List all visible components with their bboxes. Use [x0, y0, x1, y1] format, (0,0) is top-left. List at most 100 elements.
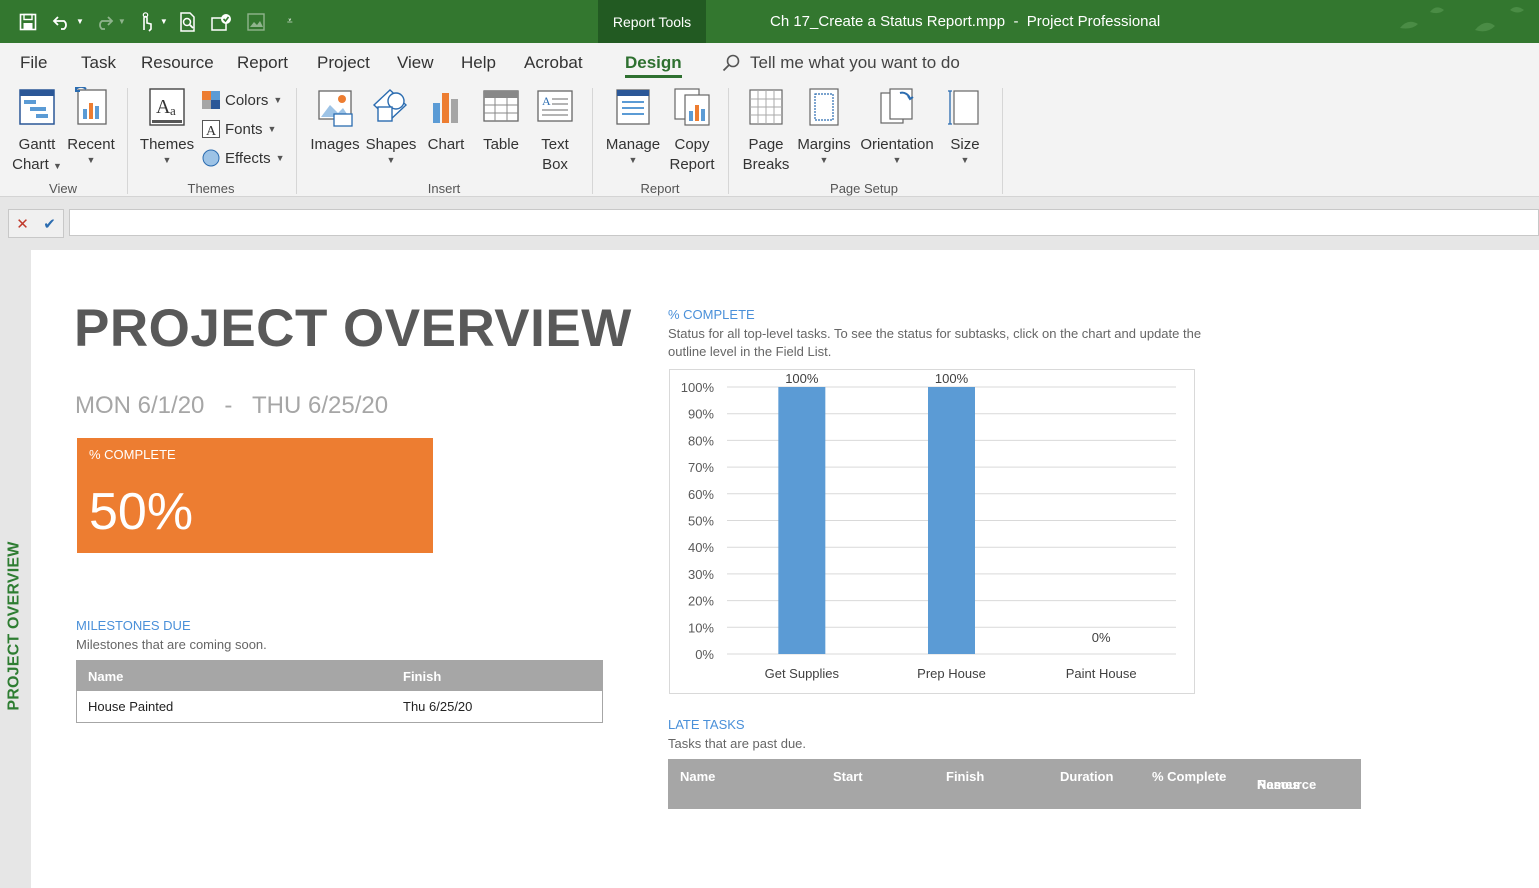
themes-icon: Aa — [149, 88, 185, 126]
bar — [778, 387, 826, 654]
column-header-start: Start — [833, 769, 863, 784]
orientation-button[interactable]: Orientation ▼ — [858, 87, 936, 165]
touch-mode-icon[interactable] — [132, 8, 160, 36]
document-title: Ch 17_Create a Status Report.mpp - Proje… — [770, 13, 1161, 30]
effects-icon — [202, 149, 220, 167]
column-header-percent-complete: % Complete — [1152, 769, 1227, 784]
finish-date: THU 6/25/20 — [251, 392, 389, 419]
entry-input[interactable] — [69, 209, 1539, 236]
x-tick-label: Prep House — [917, 666, 986, 681]
svg-text:A: A — [542, 94, 551, 108]
size-icon — [948, 90, 979, 125]
effects-button[interactable]: Effects ▼ — [202, 149, 285, 167]
percent-complete-card-value: 50% — [89, 483, 194, 541]
effects-label: Effects — [225, 149, 271, 167]
themes-button[interactable]: Aa Themes ▼ — [140, 87, 194, 165]
percent-complete-card-label: % COMPLETE — [89, 447, 176, 462]
touch-dropdown-icon[interactable]: ▼ — [160, 17, 168, 26]
customize-qat-icon[interactable]: ⩡ — [276, 8, 304, 36]
table-cell-finish: Thu 6/25/20 — [403, 699, 473, 714]
recent-label: Recent — [67, 136, 115, 153]
gantt-chart-button[interactable]: Gantt Chart ▼ — [12, 87, 62, 175]
copy-report-icon — [674, 88, 710, 126]
chart-label: Chart — [427, 136, 465, 153]
y-tick-label: 40% — [688, 540, 714, 555]
save-icon[interactable] — [14, 8, 42, 36]
group-label-report: Report — [640, 181, 680, 196]
redo-icon[interactable] — [90, 8, 118, 36]
tab-view[interactable]: View — [397, 43, 434, 82]
tab-project[interactable]: Project — [317, 43, 370, 82]
milestones-table[interactable]: Name Finish House Painted Thu 6/25/20 — [76, 660, 603, 723]
ribbon: Gantt Chart ▼ Recent ▼ View Aa Themes ▼ … — [0, 82, 1539, 197]
percent-complete-card[interactable]: % COMPLETE 50% — [77, 438, 433, 553]
shapes-label: Shapes — [365, 136, 417, 153]
tab-file[interactable]: File — [20, 43, 47, 82]
group-separator — [1002, 88, 1003, 194]
chart-description-line-1: Status for all top-level tasks. To see t… — [668, 326, 1202, 341]
svg-text:a: a — [170, 103, 176, 118]
gantt-chart-icon — [19, 89, 55, 125]
margins-button[interactable]: Margins ▼ — [796, 87, 852, 165]
project-dates[interactable]: MON 6/1/20 - THU 6/25/20 — [75, 392, 388, 420]
table-button[interactable]: Table — [477, 87, 525, 155]
tab-report[interactable]: Report — [237, 43, 288, 82]
report-title[interactable]: PROJECT OVERVIEW — [74, 298, 632, 359]
percent-complete-chart[interactable]: 0% 10% 20% 30% 40% 50% 60% 70% 80% 90% 100% 100% Get… — [669, 369, 1195, 694]
column-header-finish: Finish — [403, 669, 442, 684]
chevron-down-icon: ▼ — [960, 155, 970, 165]
undo-icon[interactable] — [48, 8, 76, 36]
chevron-down-icon: ▼ — [267, 124, 277, 134]
group-separator — [592, 88, 593, 194]
confirm-icon[interactable]: ✔ — [43, 215, 56, 233]
gantt-chart-label-1: Gantt — [18, 136, 56, 153]
y-tick-label: 70% — [688, 460, 714, 475]
margins-icon — [809, 88, 839, 126]
text-box-button[interactable]: A Text Box — [531, 87, 579, 175]
tab-acrobat[interactable]: Acrobat — [524, 43, 583, 82]
print-preview-icon[interactable] — [174, 8, 202, 36]
tell-me-search[interactable]: Tell me what you want to do — [722, 43, 960, 82]
late-tasks-table[interactable]: Name Start Finish Duration % Complete Re… — [668, 759, 1361, 809]
group-separator — [127, 88, 128, 194]
resource-names-line-2: Names — [1257, 777, 1300, 792]
tell-me-label: Tell me what you want to do — [750, 52, 960, 72]
colors-button[interactable]: Colors ▼ — [202, 91, 282, 109]
chart-button[interactable]: Chart — [422, 87, 470, 155]
recent-button[interactable]: Recent ▼ — [66, 87, 116, 165]
start-date: MON 6/1/20 — [75, 392, 205, 419]
chevron-down-icon: ▼ — [386, 155, 396, 165]
copy-report-label-1: Copy — [674, 136, 710, 153]
tab-task[interactable]: Task — [81, 43, 116, 82]
manage-button[interactable]: Manage ▼ — [604, 87, 662, 165]
y-tick-label: 0% — [695, 647, 714, 662]
quick-access-toolbar: ▼ ▼ ▼ ⩡ — [14, 0, 304, 43]
images-button[interactable]: Images — [310, 87, 360, 155]
late-tasks-title: LATE TASKS — [668, 717, 745, 732]
table-row[interactable]: House Painted Thu 6/25/20 — [77, 691, 602, 722]
shapes-button[interactable]: Shapes ▼ — [366, 87, 416, 165]
x-tick-label: Get Supplies — [765, 666, 840, 681]
fonts-button[interactable]: A Fonts ▼ — [202, 120, 276, 138]
y-tick-label: 50% — [688, 514, 714, 529]
gantt-chart-label-text: Chart — [12, 156, 49, 173]
entry-bar: ✕ ✔ — [0, 197, 1539, 250]
image-icon[interactable] — [242, 8, 270, 36]
page-breaks-button[interactable]: Page Breaks — [740, 87, 792, 175]
chevron-down-icon: ▼ — [275, 153, 285, 163]
cancel-icon[interactable]: ✕ — [16, 215, 29, 233]
group-label-themes: Themes — [187, 181, 235, 196]
tab-resource[interactable]: Resource — [141, 43, 214, 82]
chevron-down-icon: ▼ — [52, 161, 62, 171]
tab-help[interactable]: Help — [461, 43, 496, 82]
undo-dropdown-icon[interactable]: ▼ — [76, 17, 84, 26]
redo-dropdown-icon[interactable]: ▼ — [118, 17, 126, 26]
sync-icon[interactable] — [208, 8, 236, 36]
size-button[interactable]: Size ▼ — [942, 87, 988, 165]
tab-design[interactable]: Design — [625, 43, 682, 82]
copy-report-button[interactable]: Copy Report — [666, 87, 718, 175]
group-label-view: View — [49, 181, 77, 196]
date-separator: - — [224, 392, 233, 419]
column-header-name: Name — [88, 669, 124, 684]
svg-text:A: A — [156, 96, 171, 118]
